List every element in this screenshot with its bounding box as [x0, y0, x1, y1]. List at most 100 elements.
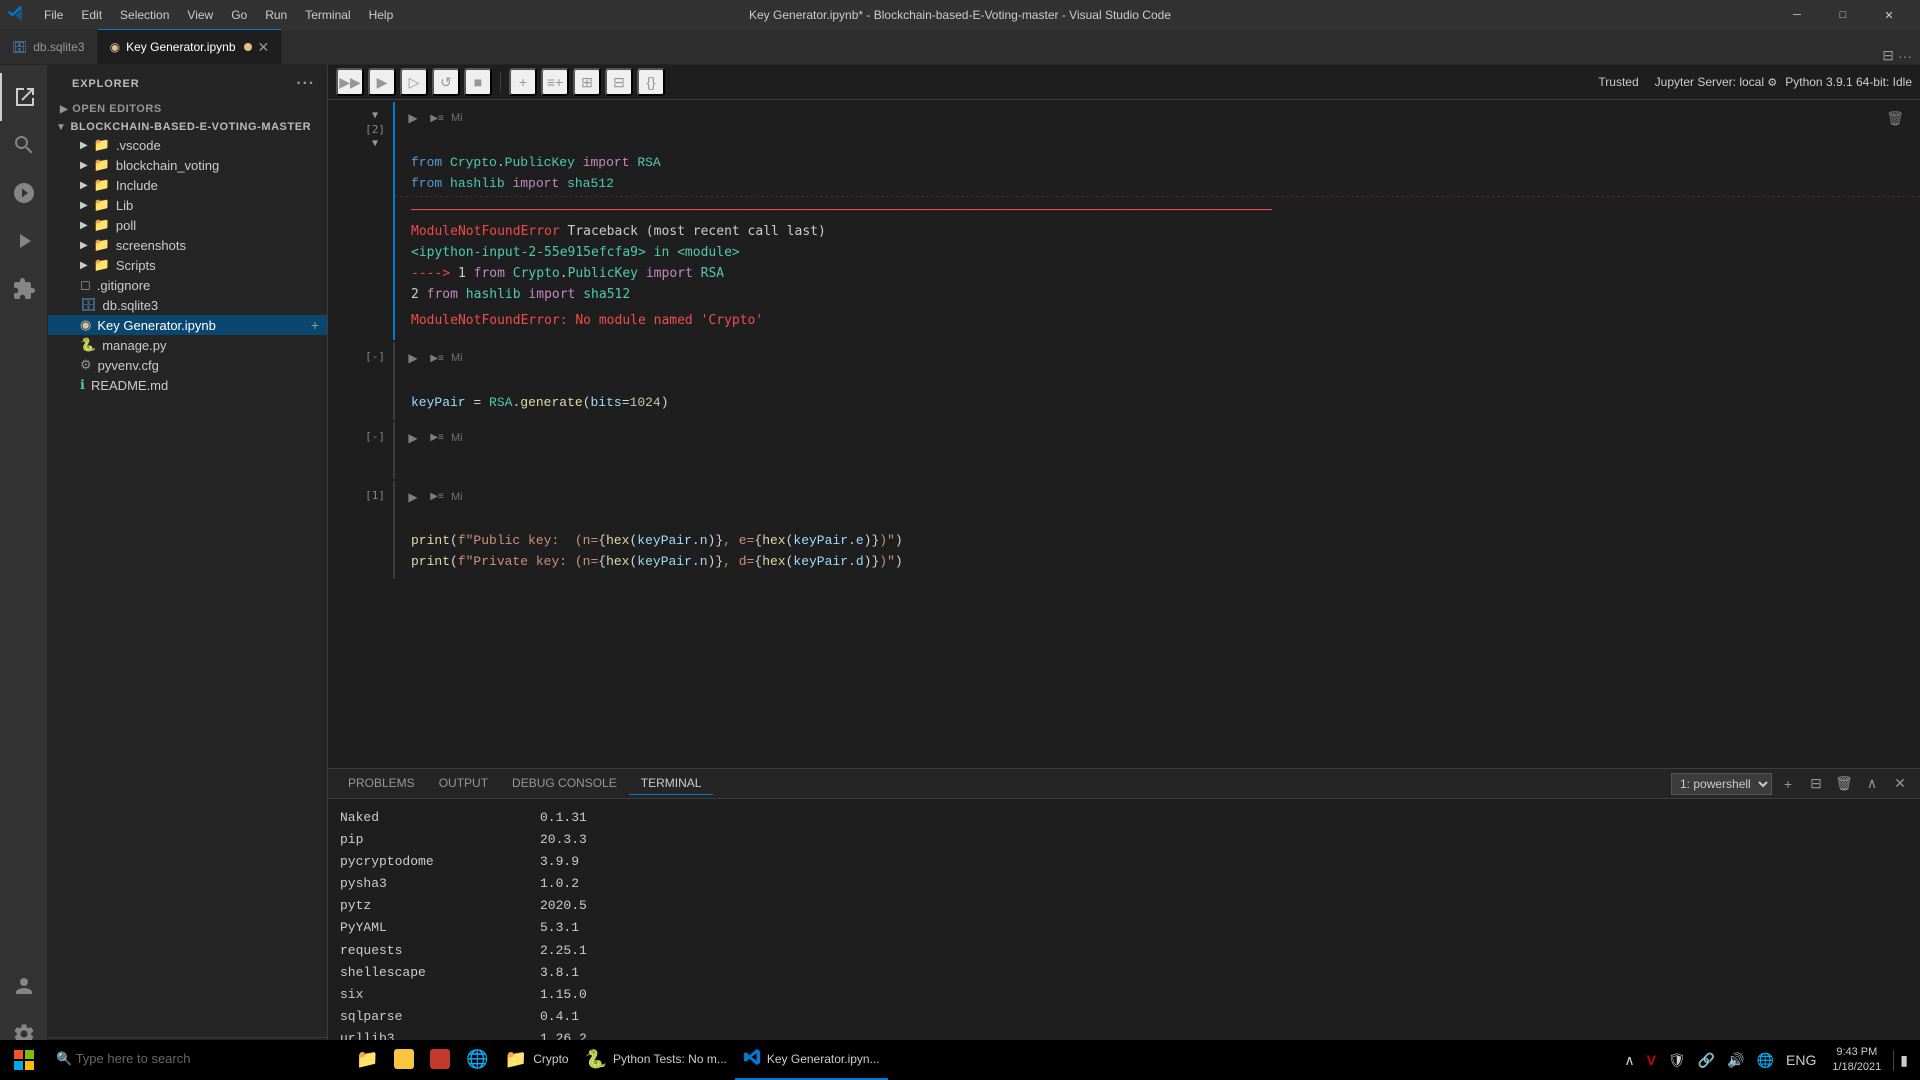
- run-above-button[interactable]: ▷: [400, 68, 428, 96]
- folder-vscode[interactable]: ▶ 📁 .vscode: [48, 135, 327, 155]
- tab-problems[interactable]: PROBLEMS: [336, 772, 427, 795]
- split-terminal-button[interactable]: ⊟: [1804, 772, 1828, 796]
- tab-terminal[interactable]: TERMINAL: [629, 772, 714, 795]
- menu-file[interactable]: File: [36, 4, 71, 26]
- file-manage-py[interactable]: 🐍 manage.py: [48, 335, 327, 355]
- folder-poll[interactable]: ▶ 📁 poll: [48, 215, 327, 235]
- cell-2-code[interactable]: from Crypto.PublicKey import RSA from ha…: [395, 130, 1920, 196]
- menu-view[interactable]: View: [179, 4, 221, 26]
- open-editors-section[interactable]: ▶ OPEN EDITORS: [48, 99, 327, 117]
- jupyter-server-label[interactable]: Jupyter Server: local ⚙: [1655, 75, 1778, 89]
- cell-minus2-run-button[interactable]: ▶: [403, 428, 423, 448]
- run-all-button[interactable]: ▶▶: [336, 68, 364, 96]
- taskbar-search[interactable]: 🔍 Type here to search: [48, 1040, 348, 1080]
- explorer-activity-icon[interactable]: [0, 73, 48, 121]
- menu-go[interactable]: Go: [223, 4, 255, 26]
- minimize-button[interactable]: ─: [1774, 0, 1820, 30]
- restart-button[interactable]: ↺: [432, 68, 460, 96]
- terminal-content[interactable]: Naked 0.1.31 pip 20.3.3 pycryptodome 3.9…: [328, 799, 1920, 1058]
- search-activity-icon[interactable]: [0, 121, 48, 169]
- taskbar-app-red[interactable]: [422, 1040, 458, 1080]
- tab-db-sqlite3[interactable]: 🗄 db.sqlite3: [0, 29, 98, 64]
- cell-minus1-run-below-button[interactable]: ▶≡: [427, 348, 447, 368]
- folder-include[interactable]: ▶ 📁 Include: [48, 175, 327, 195]
- taskbar-vscode[interactable]: Key Generator.ipyn...: [735, 1040, 888, 1080]
- toggle-output-button[interactable]: ⊞: [573, 68, 601, 96]
- add-terminal-button[interactable]: +: [1776, 772, 1800, 796]
- cell-2-run-below-button[interactable]: ▶≡: [427, 108, 447, 128]
- clear-output-button[interactable]: ⊟: [605, 68, 633, 96]
- cell-2-run-button[interactable]: ▶: [403, 108, 423, 128]
- kill-terminal-button[interactable]: 🗑: [1832, 772, 1856, 796]
- tab-output[interactable]: OUTPUT: [427, 772, 500, 795]
- run-button[interactable]: ▶: [368, 68, 396, 96]
- panel-collapse-button[interactable]: ∧: [1860, 772, 1884, 796]
- sidebar-more-actions[interactable]: ···: [296, 75, 315, 93]
- menu-selection[interactable]: Selection: [112, 4, 177, 26]
- terminal-line-naked: Naked 0.1.31: [340, 807, 1908, 829]
- tab-debug-console[interactable]: DEBUG CONSOLE: [500, 772, 629, 795]
- account-activity-icon[interactable]: [0, 962, 48, 1010]
- more-actions-icon[interactable]: ···: [1898, 48, 1912, 64]
- tray-lang-icon[interactable]: ENG: [1782, 1050, 1820, 1070]
- show-desktop-button[interactable]: ▮: [1893, 1050, 1912, 1071]
- cell-minus2-run-below[interactable]: ▶≡: [427, 428, 447, 448]
- interrupt-button[interactable]: ■: [464, 68, 492, 96]
- tray-network-icon[interactable]: 🌐: [1753, 1050, 1778, 1071]
- folder-scripts[interactable]: ▶ 📁 Scripts: [48, 255, 327, 275]
- menu-edit[interactable]: Edit: [73, 4, 110, 26]
- project-section[interactable]: ▼ BLOCKCHAIN-BASED-E-VOTING-MASTER: [48, 117, 327, 135]
- cell-minus1-code[interactable]: keyPair = RSA.generate(bits=1024): [395, 370, 1920, 416]
- cell-1-run-button[interactable]: ▶: [403, 487, 423, 507]
- panel-close-button[interactable]: ✕: [1888, 772, 1912, 796]
- jupyter-settings-icon[interactable]: ⚙: [1767, 77, 1777, 89]
- menu-help[interactable]: Help: [361, 4, 402, 26]
- shell-selector[interactable]: 1: powershell: [1671, 773, 1772, 795]
- cell-minus1-run-button[interactable]: ▶: [403, 348, 423, 368]
- file-readme-md[interactable]: ℹ README.md: [48, 375, 327, 395]
- taskbar-app-yellow[interactable]: [386, 1040, 422, 1080]
- new-file-button[interactable]: +: [311, 317, 319, 333]
- cell-2-collapse-bottom[interactable]: ▼: [372, 138, 378, 149]
- add-markdown-button[interactable]: ≡+: [541, 68, 569, 96]
- maximize-button[interactable]: □: [1820, 0, 1866, 30]
- taskbar-clock[interactable]: 9:43 PM 1/18/2021: [1824, 1045, 1889, 1076]
- file-pyvenv-cfg[interactable]: ⚙ pyvenv.cfg: [48, 355, 327, 375]
- tray-shield-icon[interactable]: 🛡: [1664, 1050, 1690, 1071]
- cell-1-run-below[interactable]: ▶≡: [427, 487, 447, 507]
- file-key-generator[interactable]: ◉ Key Generator.ipynb +: [48, 315, 327, 335]
- file-gitignore[interactable]: ◻ .gitignore: [48, 275, 327, 295]
- taskbar-edge[interactable]: 🌐: [458, 1040, 496, 1080]
- tray-link-icon[interactable]: 🔗: [1694, 1050, 1719, 1071]
- start-button[interactable]: [0, 1040, 48, 1080]
- close-button[interactable]: ✕: [1866, 0, 1912, 30]
- cell-2-collapse-arrow[interactable]: ▼: [372, 110, 378, 121]
- menu-run[interactable]: Run: [257, 4, 295, 26]
- extensions-activity-icon[interactable]: [0, 265, 48, 313]
- tray-volume-icon[interactable]: 🔊: [1723, 1050, 1748, 1071]
- file-db-sqlite3[interactable]: 🗄 db.sqlite3: [48, 295, 327, 315]
- add-cell-button[interactable]: +: [509, 68, 537, 96]
- file-icon-notebook: ◉: [80, 317, 91, 333]
- cell-minus2-code[interactable]: [395, 450, 1920, 475]
- cell-2-delete-button[interactable]: 🗑: [1886, 110, 1904, 127]
- terminal-line-pip: pip 20.3.3: [340, 829, 1908, 851]
- split-editor-icon[interactable]: ⊟: [1882, 47, 1894, 64]
- taskbar-python-tests[interactable]: 🐍 Python Tests: No m...: [577, 1040, 735, 1080]
- python-info-label[interactable]: Python 3.9.1 64-bit: Idle: [1785, 75, 1912, 89]
- folder-blockchain-voting[interactable]: ▶ 📁 blockchain_voting: [48, 155, 327, 175]
- menu-terminal[interactable]: Terminal: [297, 4, 358, 26]
- variables-button[interactable]: {}: [637, 68, 665, 96]
- debug-activity-icon[interactable]: [0, 217, 48, 265]
- tab-close-button[interactable]: ✕: [258, 39, 270, 56]
- tab-key-generator[interactable]: ◉ Key Generator.ipynb ✕: [98, 29, 283, 64]
- tray-v-icon[interactable]: V: [1643, 1050, 1660, 1070]
- trusted-badge[interactable]: Trusted: [1590, 73, 1646, 91]
- cell-1-code[interactable]: print(f"Public key: (n={hex(keyPair.n)},…: [395, 509, 1920, 575]
- taskbar-crypto-explorer[interactable]: 📁 Crypto: [497, 1040, 577, 1080]
- folder-lib[interactable]: ▶ 📁 Lib: [48, 195, 327, 215]
- tray-chevron-icon[interactable]: ∧: [1620, 1050, 1638, 1071]
- taskbar-file-explorer[interactable]: 📁: [348, 1040, 386, 1080]
- source-control-activity-icon[interactable]: [0, 169, 48, 217]
- folder-screenshots[interactable]: ▶ 📁 screenshots: [48, 235, 327, 255]
